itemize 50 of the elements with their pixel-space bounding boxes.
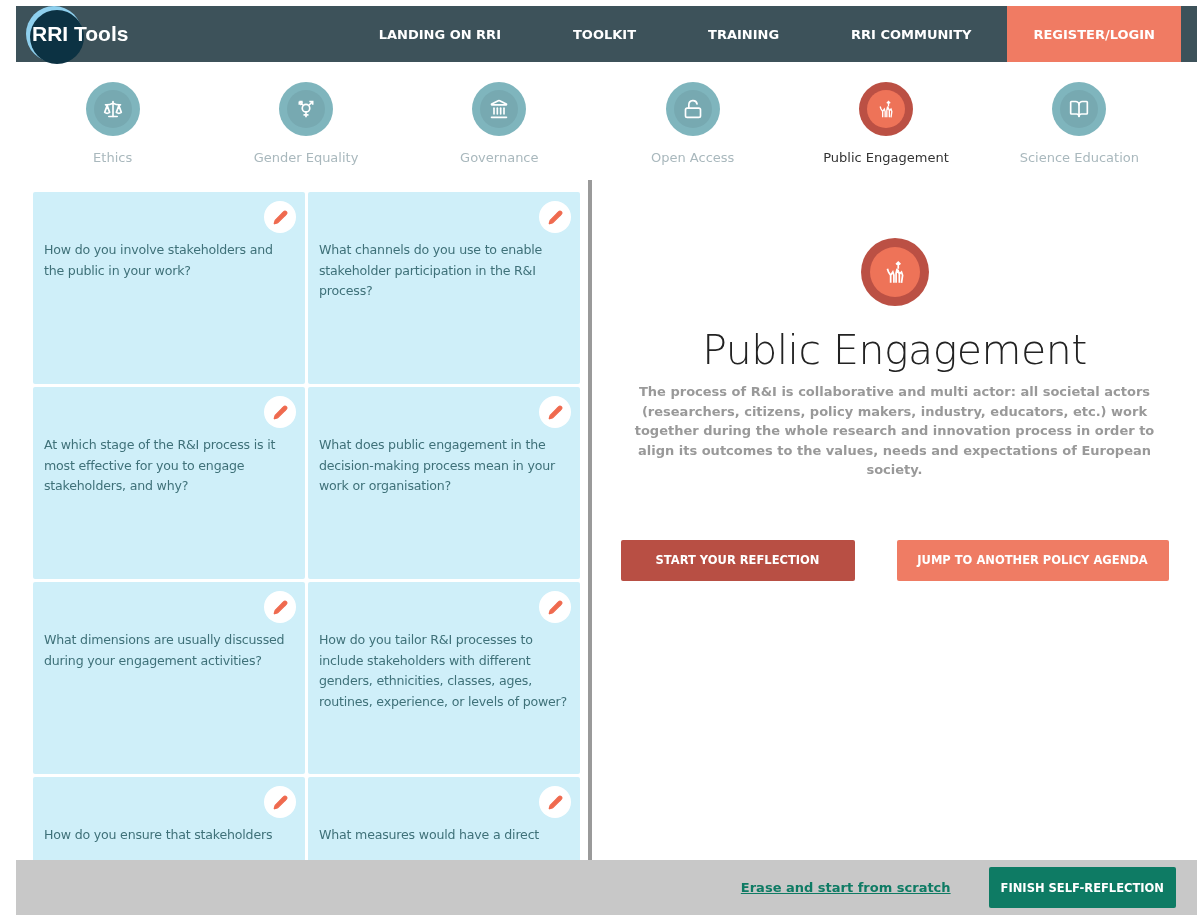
question-text: How do you tailor R&I processes to include stakeholders with different genders, ethnicities, classes, ages, routines, experience, or levels of power? <box>319 632 568 709</box>
question-card[interactable]: What dimensions are usually discussed during your engagement activities? <box>33 582 305 774</box>
question-card[interactable]: At which stage of the R&I process is it most effective for you to engage stakeholders, and why? <box>33 387 305 579</box>
question-text: What dimensions are usually discussed during your engagement activities? <box>44 632 285 668</box>
question-card[interactable]: What measures would have a direct <box>308 777 580 860</box>
pencil-icon <box>272 209 288 225</box>
question-card[interactable]: What channels do you use to enable stakeholder participation in the R&I process? <box>308 192 580 384</box>
question-text: How do you ensure that stakeholders <box>44 827 273 842</box>
edit-button[interactable] <box>264 201 296 233</box>
register-button[interactable]: REGISTER/LOGIN <box>1007 6 1181 62</box>
nav-link[interactable]: TRAINING <box>672 6 816 62</box>
nav-link[interactable]: LANDING ON RRI <box>342 6 537 62</box>
pencil-icon <box>547 794 563 810</box>
question-card[interactable]: What does public engagement in the decision-making process mean in your work or organisation? <box>308 387 580 579</box>
padlock-icon <box>682 99 703 119</box>
question-card[interactable]: How do you involve stakeholders and the public in your work? <box>33 192 305 384</box>
book-icon <box>1069 99 1090 119</box>
start-reflection-button[interactable]: START YOUR REFLECTION <box>620 539 855 581</box>
agenda-tab[interactable]: Public Engagement <box>789 82 983 180</box>
edit-button[interactable] <box>539 591 571 623</box>
question-card[interactable]: How do you tailor R&I processes to include stakeholders with different genders, ethnicities, classes, ages, routines, experience, or levels of power? <box>308 582 580 774</box>
jump-agenda-button[interactable]: JUMP TO ANOTHER POLICY AGENDA <box>896 539 1169 581</box>
edit-button[interactable] <box>539 201 571 233</box>
edit-button[interactable] <box>539 786 571 818</box>
pencil-icon <box>272 404 288 420</box>
pencil-icon <box>272 599 288 615</box>
agenda-description: The process of R&I is collaborative and multi actor: all societal actors (researchers, citizens, policy makers, industry, educators, etc.) work together during the whole research and innovation process in order to align its outcomes to the values, needs and expectations of European society. <box>633 383 1156 479</box>
edit-button[interactable] <box>264 396 296 428</box>
agenda-title: Public Engagement <box>702 326 1087 374</box>
nav-link[interactable]: RRI COMMUNITY <box>815 6 1008 62</box>
building-icon <box>489 99 510 119</box>
gender-icon <box>296 99 316 119</box>
question-card[interactable]: How do you ensure that stakeholders <box>33 777 305 860</box>
question-text: What measures would have a direct <box>319 827 540 842</box>
pencil-icon <box>547 209 563 225</box>
erase-link[interactable]: Erase and start from scratch <box>740 880 951 895</box>
pencil-icon <box>272 794 288 810</box>
edit-button[interactable] <box>539 396 571 428</box>
question-text: At which stage of the R&I process is it most effective for you to engage stakeholders, and why? <box>44 437 276 493</box>
edit-button[interactable] <box>264 786 296 818</box>
pencil-icon <box>547 404 563 420</box>
finish-button[interactable]: FINISH SELF-REFLECTION <box>988 867 1176 908</box>
pencil-icon <box>547 599 563 615</box>
logo-text[interactable]: RRI Tools <box>28 22 129 46</box>
edit-button[interactable] <box>264 591 296 623</box>
nav-link[interactable]: TOOLKIT <box>536 6 672 62</box>
question-text: How do you involve stakeholders and the public in your work? <box>44 242 273 278</box>
question-text: What channels do you use to enable stakeholder participation in the R&I process? <box>319 242 543 298</box>
scale-icon <box>102 99 123 119</box>
question-text: What does public engagement in the decision-making process mean in your work or organisation? <box>319 437 555 493</box>
